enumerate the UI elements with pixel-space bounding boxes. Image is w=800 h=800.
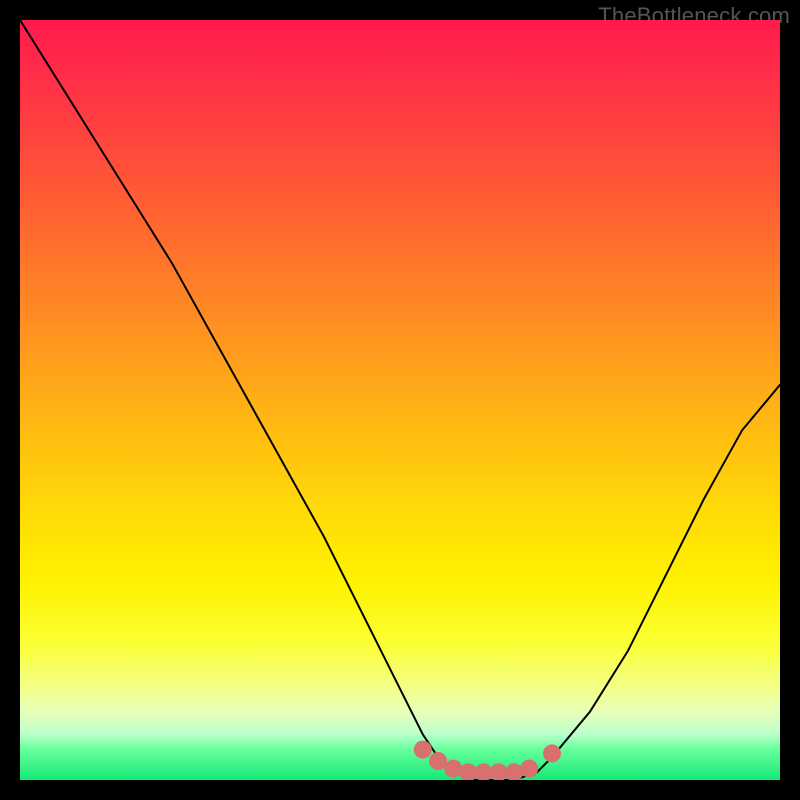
trough-marker [414, 741, 432, 759]
trough-markers [414, 741, 561, 780]
trough-marker [520, 760, 538, 778]
trough-marker [543, 744, 561, 762]
trough-marker [444, 760, 462, 778]
bottleneck-curve [20, 20, 780, 780]
trough-marker [505, 763, 523, 780]
curve-svg [20, 20, 780, 780]
plot-area [20, 20, 780, 780]
chart-frame: TheBottleneck.com [0, 0, 800, 800]
